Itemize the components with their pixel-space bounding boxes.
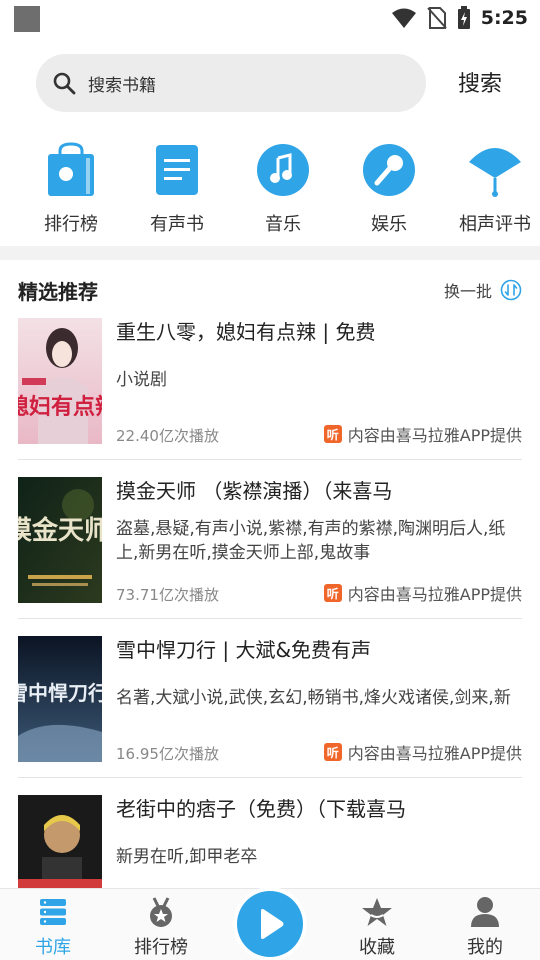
nav-label: 排行榜 <box>134 937 188 958</box>
book-title: 雪中悍刀行 | 大斌&免费有声 <box>116 638 372 662</box>
nav-ranking[interactable]: 排行榜 <box>116 895 206 959</box>
book-title: 老街中的痞子（免费）（下载喜马 <box>116 797 406 821</box>
book-cover <box>18 795 102 888</box>
search-bar: 搜索书籍 搜索 <box>0 52 540 114</box>
category-label: 音乐 <box>265 214 301 235</box>
nav-label: 我的 <box>467 937 503 958</box>
fan-icon <box>469 148 521 197</box>
book-cover: 雪中悍刀行 <box>18 636 102 762</box>
source-text: 内容由喜马拉雅APP提供 <box>347 585 522 604</box>
music-note-icon <box>257 144 309 196</box>
battery-icon <box>457 6 470 29</box>
source-attribution: 听 内容由喜马拉雅APP提供 <box>323 581 522 605</box>
nav-label: 书库 <box>35 937 71 958</box>
list-item[interactable]: 老街中的痞子（免费）（下载喜马 新男在听,卸甲老卒 <box>0 777 540 888</box>
category-music[interactable]: 音乐 <box>228 140 338 236</box>
book-desc: 小说剧 <box>116 370 167 390</box>
cover-title: 摸金天师 <box>18 515 102 546</box>
category-audiobook[interactable]: 有声书 <box>122 140 232 236</box>
shopping-bag-icon <box>48 142 94 196</box>
category-ranking[interactable]: 排行榜 <box>16 140 126 236</box>
source-text: 内容由喜马拉雅APP提供 <box>347 744 522 763</box>
play-count: 73.71亿次播放 <box>116 586 219 604</box>
play-count: 22.40亿次播放 <box>116 427 219 445</box>
category-row: 排行榜 有声书 音乐 娱乐 相声评书 <box>0 140 540 240</box>
search-button[interactable]: 搜索 <box>458 66 502 98</box>
book-desc: 新男在听,卸甲老卒 <box>116 847 258 867</box>
notification-icon <box>14 6 40 32</box>
status-bar: 5:25 <box>0 0 540 36</box>
star-icon <box>362 898 392 926</box>
book-desc: 名著,大斌小说,武侠,玄幻,畅销书,烽火戏诸侯,剑来,新 <box>116 688 511 708</box>
ximalaya-icon: 听 <box>323 425 342 443</box>
category-label: 排行榜 <box>44 214 98 235</box>
section-divider <box>0 246 540 260</box>
search-input[interactable]: 搜索书籍 <box>36 54 426 112</box>
category-label: 相声评书 <box>459 214 531 235</box>
category-crosstalk[interactable]: 相声评书 <box>440 140 540 236</box>
book-title: 重生八零，媳妇有点辣 | 免费 <box>116 320 376 344</box>
source-text: 内容由喜马拉雅APP提供 <box>347 426 522 445</box>
play-count: 16.95亿次播放 <box>116 745 219 763</box>
cover-title: 雪中悍刀行 <box>18 681 102 705</box>
wifi-icon <box>391 8 416 28</box>
source-attribution: 听 内容由喜马拉雅APP提供 <box>323 740 522 764</box>
microphone-icon <box>363 144 415 196</box>
book-desc: 盗墓,悬疑,有声小说,紫襟,有声的紫襟,陶渊明后人,纸上,新男在听,摸金天师上部… <box>116 519 506 563</box>
category-entertainment[interactable]: 娱乐 <box>334 140 444 236</box>
play-button[interactable] <box>237 891 303 957</box>
cover-title: 媳妇有点辣 <box>18 394 102 420</box>
refresh-button[interactable]: 换一批 <box>444 278 522 302</box>
list-item[interactable]: 雪中悍刀行 雪中悍刀行 | 大斌&免费有声 名著,大斌小说,武侠,玄幻,畅销书,… <box>0 618 540 778</box>
ximalaya-icon: 听 <box>323 743 342 761</box>
clock: 5:25 <box>480 7 528 29</box>
nav-label: 收藏 <box>359 937 395 958</box>
nav-favorites[interactable]: 收藏 <box>332 895 422 959</box>
status-icons: 5:25 <box>391 4 528 32</box>
search-placeholder: 搜索书籍 <box>88 75 156 96</box>
book-cover: 媳妇有点辣 <box>18 318 102 444</box>
list-item[interactable]: 摸金天师 摸金天师 （紫襟演播）（来喜马 盗墓,悬疑,有声小说,紫襟,有声的紫襟… <box>0 459 540 619</box>
medal-icon <box>150 897 172 927</box>
no-sim-icon <box>426 7 447 29</box>
book-title: 摸金天师 （紫襟演播）（来喜马 <box>116 479 393 503</box>
book-cover: 摸金天师 <box>18 477 102 603</box>
source-attribution: 听 内容由喜马拉雅APP提供 <box>323 422 522 446</box>
document-icon <box>156 145 198 195</box>
nav-profile[interactable]: 我的 <box>440 895 530 959</box>
play-icon <box>261 909 284 939</box>
ximalaya-icon: 听 <box>323 584 342 602</box>
search-icon <box>53 72 76 95</box>
person-icon <box>471 897 499 927</box>
stack-icon <box>40 899 66 925</box>
category-label: 娱乐 <box>371 214 407 235</box>
refresh-label: 换一批 <box>443 282 492 301</box>
list-item[interactable]: 媳妇有点辣 重生八零，媳妇有点辣 | 免费 小说剧 22.40亿次播放 听 内容… <box>0 300 540 460</box>
category-label: 有声书 <box>150 214 204 235</box>
nav-library[interactable]: 书库 <box>8 895 98 959</box>
refresh-icon <box>500 279 522 301</box>
